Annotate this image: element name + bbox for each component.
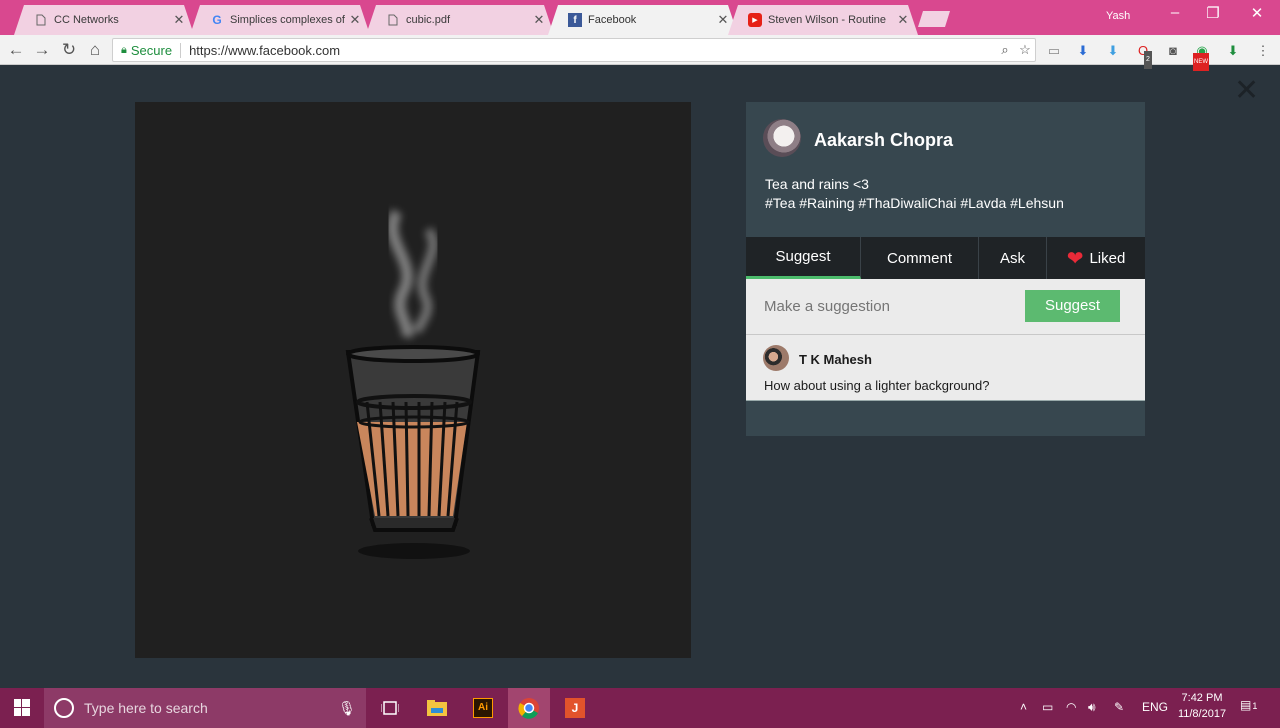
tab-cubic-pdf[interactable]: cubic.pdf ✕ <box>366 5 554 35</box>
chevron-up-icon[interactable]: ˄ <box>1020 700 1027 714</box>
app-icon[interactable]: J <box>554 688 596 728</box>
close-viewer-icon[interactable]: ✕ <box>1234 76 1259 106</box>
tab-liked[interactable]: ❤ Liked <box>1047 237 1145 279</box>
caption-line: Tea and rains <3 <box>765 176 869 192</box>
close-icon[interactable]: ✕ <box>896 12 910 28</box>
opera-extension-icon[interactable]: O2 <box>1134 42 1152 69</box>
post-details-panel: Aakarsh Chopra Tea and rains <3 #Tea #Ra… <box>746 102 1145 436</box>
restore-icon[interactable]: ❐ <box>1198 4 1228 22</box>
close-icon[interactable]: ✕ <box>532 12 546 28</box>
window-close-icon[interactable]: ✕ <box>1242 4 1272 22</box>
suggest-button[interactable]: Suggest <box>1025 290 1120 322</box>
avatar[interactable] <box>763 345 789 371</box>
green-download-icon[interactable]: ⬇ <box>1224 42 1242 60</box>
home-icon[interactable]: ⌂ <box>84 39 106 61</box>
suggestion-form: Suggest <box>746 279 1145 335</box>
extension-badge: 2 <box>1144 51 1152 69</box>
close-icon[interactable]: ✕ <box>716 12 730 28</box>
taskbar-search[interactable]: Type here to search 🎙︎ <box>44 688 366 728</box>
microphone-icon[interactable]: 🎙︎ <box>338 700 356 717</box>
back-icon[interactable]: ← <box>5 39 27 61</box>
forward-icon[interactable]: → <box>31 39 53 61</box>
tab-steven-wilson[interactable]: ▶ Steven Wilson - Routine ✕ <box>728 5 918 35</box>
list-item: T K Mahesh How about using a lighter bac… <box>746 335 1145 401</box>
minimize-icon[interactable]: – <box>1160 4 1190 21</box>
facebook-icon: f <box>568 13 582 27</box>
google-icon: G <box>212 13 222 27</box>
caption-hashtags[interactable]: #Tea #Raining #ThaDiwaliChai #Lavda #Leh… <box>765 194 1064 213</box>
profile-name[interactable]: Yash <box>1106 10 1130 22</box>
download-icon[interactable]: ⬇ <box>1074 42 1092 60</box>
task-view-icon[interactable] <box>369 688 411 728</box>
browser-toolbar: ← → ↻ ⌂ 🔒︎ Secure https://www.facebook.c… <box>0 35 1280 71</box>
menu-icon[interactable]: ⋮ <box>1254 42 1272 60</box>
post-photo <box>135 102 691 658</box>
post-author[interactable]: Aakarsh Chopra <box>814 130 953 151</box>
chrome-icon[interactable] <box>508 688 550 728</box>
tab-label: Facebook <box>588 14 637 26</box>
browser-tab-strip: CC Networks ✕ G Simplices complexes of g… <box>0 0 1280 35</box>
tea-glass-illustration <box>345 209 481 559</box>
tab-facebook[interactable]: f Facebook ✕ <box>548 5 738 35</box>
bookmark-star-icon[interactable]: ☆ <box>1015 42 1035 58</box>
close-icon[interactable]: ✕ <box>348 12 362 28</box>
notification-icon[interactable]: ▤1 <box>1240 698 1257 712</box>
battery-icon[interactable]: ▭ <box>1042 700 1053 714</box>
document-icon <box>386 13 400 27</box>
new-tab-button[interactable] <box>918 11 950 27</box>
tab-ask[interactable]: Ask <box>979 237 1047 279</box>
post-action-tabs: Suggest Comment Ask ❤ Liked <box>746 237 1145 279</box>
clock-date: 11/8/2017 <box>1177 708 1227 720</box>
illustrator-icon[interactable]: Ai <box>462 688 504 728</box>
cortana-icon <box>54 698 74 718</box>
suggestion-input[interactable] <box>764 298 1004 315</box>
tab-simplices[interactable]: G Simplices complexes of g ✕ <box>190 5 370 35</box>
reload-icon[interactable]: ↻ <box>58 39 80 61</box>
comment-author[interactable]: T K Mahesh <box>799 352 872 367</box>
secure-label: Secure <box>131 42 182 58</box>
heart-icon: ❤ <box>1066 247 1084 270</box>
tab-label: Steven Wilson - Routine <box>768 14 886 26</box>
system-clock[interactable]: 7:42 PM 11/8/2017 <box>1170 690 1234 722</box>
avatar[interactable] <box>763 119 801 157</box>
windows-start-icon[interactable] <box>8 698 36 718</box>
lock-icon: 🔒︎ <box>121 43 127 56</box>
tab-cc-networks[interactable]: CC Networks ✕ <box>14 5 194 35</box>
new-badge: NEW <box>1193 53 1209 71</box>
tab-suggest[interactable]: Suggest <box>746 237 861 279</box>
close-icon[interactable]: ✕ <box>172 12 186 28</box>
url-text[interactable]: https://www.facebook.com <box>189 43 995 58</box>
volume-icon[interactable]: 🔊︎ <box>1088 700 1096 715</box>
tab-label: CC Networks <box>54 14 119 26</box>
post-header: Aakarsh Chopra Tea and rains <3 #Tea #Ra… <box>746 102 1145 237</box>
tab-label: cubic.pdf <box>406 14 451 26</box>
notification-badge: 1 <box>1252 701 1258 711</box>
tab-label: Simplices complexes of g <box>230 14 348 26</box>
pen-icon[interactable]: ✎ <box>1114 700 1124 714</box>
download-helper-icon[interactable]: ⬇ <box>1104 42 1122 60</box>
file-explorer-icon[interactable] <box>416 688 458 728</box>
post-caption: Tea and rains <3 #Tea #Raining #ThaDiwal… <box>765 175 1064 213</box>
address-bar[interactable]: 🔒︎ Secure https://www.facebook.com ⌕ ☆ <box>112 38 1036 62</box>
windows-taskbar: Type here to search 🎙︎ Ai J ˄ ▭ ◠ 🔊︎ ✎ E… <box>0 688 1280 728</box>
search-placeholder: Type here to search <box>84 700 208 716</box>
clock-time: 7:42 PM <box>1181 692 1223 704</box>
language-indicator[interactable]: ENG <box>1142 700 1168 714</box>
zoom-icon[interactable]: ⌕ <box>995 42 1015 58</box>
camera-extension-icon[interactable]: ◙ <box>1164 42 1182 60</box>
extension-new-icon[interactable]: ◉ NEW <box>1193 42 1211 71</box>
comment-text: How about using a lighter background? <box>764 378 990 393</box>
pocket-icon[interactable]: ▭ <box>1045 42 1063 60</box>
document-icon <box>34 13 48 27</box>
wifi-icon[interactable]: ◠ <box>1066 700 1076 714</box>
tab-comment[interactable]: Comment <box>861 237 979 279</box>
liked-label: Liked <box>1089 249 1126 267</box>
youtube-icon: ▶ <box>748 13 762 27</box>
